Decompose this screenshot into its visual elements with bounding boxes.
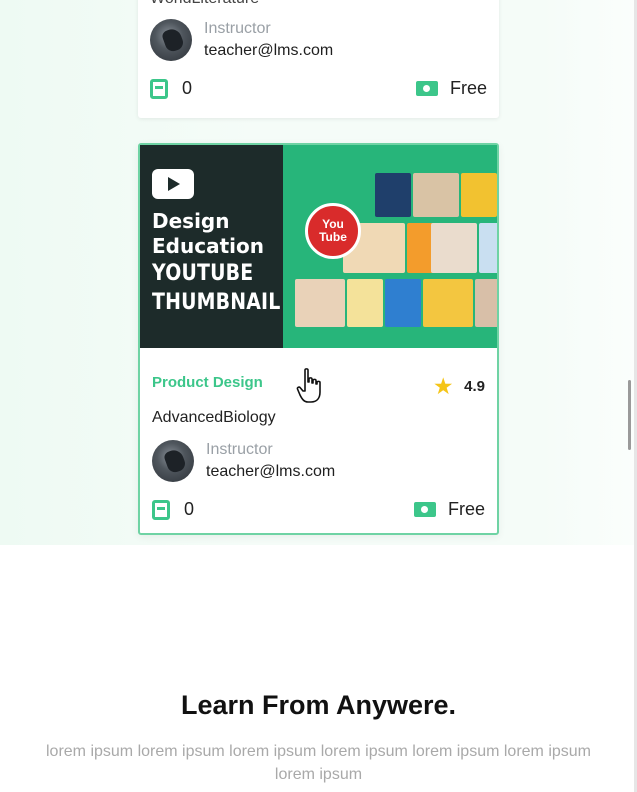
book-icon (150, 78, 168, 99)
instructor-info: Instructor teacher@lms.com (150, 18, 333, 62)
lessons-count: 0 (152, 499, 194, 520)
section-subtitle: lorem ipsum lorem ipsum lorem ipsum lore… (45, 743, 592, 783)
course-title[interactable]: WorldLiterature (150, 0, 259, 8)
instructor-email: teacher@lms.com (206, 463, 336, 480)
thumbnail-line-3: YOUTUBE (152, 261, 254, 286)
card-footer: 0 Free (152, 499, 485, 520)
collage-tile (431, 223, 477, 273)
money-icon (413, 502, 436, 517)
price-value: Free (449, 78, 487, 98)
instructor-label: Instructor (204, 20, 271, 37)
hand-cursor-icon (296, 368, 321, 403)
lessons-count: 0 (150, 78, 192, 99)
thumbnail-line-4: THUMBNAIL (152, 290, 281, 315)
instructor-email: teacher@lms.com (204, 42, 334, 59)
collage-tile (461, 173, 497, 217)
price: Free (413, 499, 485, 520)
youtube-badge-text: You Tube (319, 217, 347, 244)
book-icon (152, 499, 170, 520)
collage-tile (479, 223, 497, 273)
price-value: Free (447, 499, 485, 519)
collage-tile (423, 279, 473, 327)
rating-value: 4.9 (464, 378, 485, 395)
lessons-count-value: 0 (182, 78, 193, 98)
instructor-label: Instructor (206, 441, 273, 458)
thumbnail-line-1: Design (152, 209, 230, 233)
course-category[interactable]: Product Design (152, 374, 263, 391)
collage-tile (295, 279, 345, 327)
youtube-logo-icon: You Tube (305, 203, 361, 259)
course-card-advanced-biology[interactable]: Design Education YOUTUBE THUMBNAIL You T… (138, 143, 499, 535)
avatar (152, 440, 194, 482)
section-title: Learn From Anywere. (180, 690, 457, 720)
collage-tile (475, 279, 497, 327)
price: Free (415, 78, 487, 99)
scrollbar-thumb[interactable] (628, 380, 631, 450)
course-rating: ★ 4.9 (434, 374, 485, 399)
course-card-top[interactable]: WorldLiterature Instructor teacher@lms.c… (138, 0, 499, 118)
money-icon (415, 81, 438, 96)
course-thumbnail[interactable]: Design Education YOUTUBE THUMBNAIL You T… (140, 145, 497, 348)
course-title[interactable]: AdvancedBiology (152, 409, 276, 427)
collage-tile (385, 279, 421, 327)
collage-tile (413, 173, 459, 217)
play-button-icon (152, 169, 194, 199)
instructor-info: Instructor teacher@lms.com (152, 439, 335, 483)
star-icon: ★ (434, 376, 453, 398)
collage-tile (375, 173, 411, 217)
thumbnail-line-2: Education (152, 234, 264, 258)
card-footer: 0 Free (150, 78, 487, 99)
thumbnail-text-panel: Design Education YOUTUBE THUMBNAIL (140, 145, 283, 348)
thumbnail-collage: You Tube (283, 145, 497, 348)
avatar (150, 19, 192, 61)
lessons-count-value: 0 (184, 499, 195, 519)
collage-tile (347, 279, 383, 327)
